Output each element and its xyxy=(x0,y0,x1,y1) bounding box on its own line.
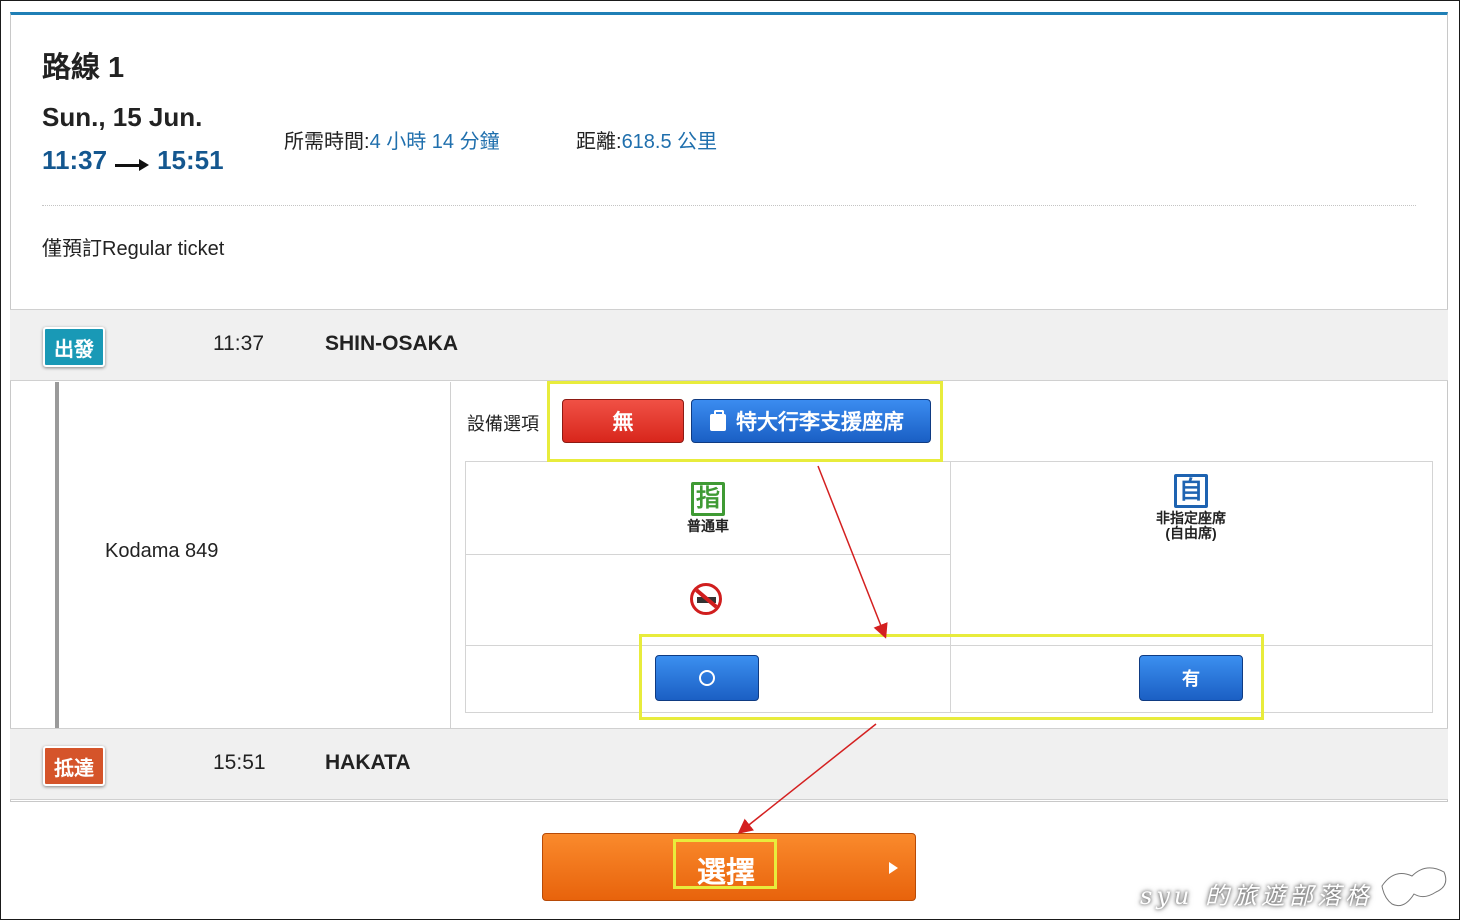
watermark-logo-icon xyxy=(1381,867,1447,907)
reserved-seat-label: 普通車 xyxy=(687,518,729,534)
reserved-seat-icon: 指 xyxy=(691,482,725,516)
seat-table: 指 普通車 自 非指定座席 (自由席) 有 xyxy=(465,461,1433,713)
nonreserved-seat-sublabel: (自由席) xyxy=(1165,525,1217,541)
train-name: Kodama 849 xyxy=(105,540,219,562)
time-range: 11:37 15:51 xyxy=(42,145,224,176)
select-button-label: 選擇 xyxy=(697,857,756,889)
equipment-none-button[interactable]: 無 xyxy=(562,399,684,443)
circle-available-icon xyxy=(699,670,715,686)
reserved-seat-header: 指 普通車 xyxy=(466,482,950,534)
nonreserved-availability-button[interactable]: 有 xyxy=(1139,655,1243,701)
arrive-time: 15:51 xyxy=(157,145,224,175)
ticket-note: 僅預訂Regular ticket xyxy=(42,238,225,260)
distance-label: 距離: xyxy=(576,131,622,153)
nonreserved-seat-icon: 自 xyxy=(1174,474,1208,508)
equipment-label: 設備選項 xyxy=(467,414,539,434)
reserved-availability-button[interactable] xyxy=(655,655,759,701)
nonreserved-seat-label: 非指定座席 xyxy=(1156,510,1226,526)
suitcase-icon xyxy=(708,410,728,432)
departure-badge: 出發 xyxy=(43,327,105,367)
distance: 距離:618.5 公里 xyxy=(576,125,717,154)
travel-date: Sun., 15 Jun. xyxy=(42,102,203,132)
nonreserved-seat-header: 自 非指定座席 (自由席) xyxy=(950,474,1432,541)
route-line xyxy=(55,382,59,728)
watermark-text: syu 的旅遊部落格 xyxy=(1140,882,1373,910)
select-button[interactable]: 選擇 xyxy=(542,833,916,901)
arrival-time: 15:51 xyxy=(213,751,266,774)
departure-station: SHIN-OSAKA xyxy=(325,332,459,355)
equipment-luggage-label: 特大行李支援座席 xyxy=(736,411,904,434)
arrival-row: 抵達 15:51 HAKATA xyxy=(10,728,1448,800)
arrival-station: HAKATA xyxy=(325,751,411,774)
no-smoking-icon xyxy=(690,583,722,615)
distance-value: 618.5 公里 xyxy=(621,131,718,153)
arrow-right-icon xyxy=(115,158,150,172)
dotted-divider xyxy=(42,205,1416,206)
depart-time: 11:37 xyxy=(42,145,108,175)
arrival-badge: 抵達 xyxy=(43,746,105,786)
row-divider xyxy=(466,554,950,555)
duration-label: 所需時間: xyxy=(284,131,370,153)
duration-value: 4 小時 14 分鐘 xyxy=(369,131,500,153)
departure-row: 出發 11:37 SHIN-OSAKA xyxy=(10,309,1448,381)
route-title: 路線 1 xyxy=(42,52,125,84)
play-arrow-icon xyxy=(889,862,898,874)
departure-time: 11:37 xyxy=(213,332,264,355)
equipment-luggage-button[interactable]: 特大行李支援座席 xyxy=(691,399,931,443)
train-divider xyxy=(450,382,451,728)
duration: 所需時間:4 小時 14 分鐘 xyxy=(284,125,500,154)
row-divider xyxy=(466,645,1432,646)
